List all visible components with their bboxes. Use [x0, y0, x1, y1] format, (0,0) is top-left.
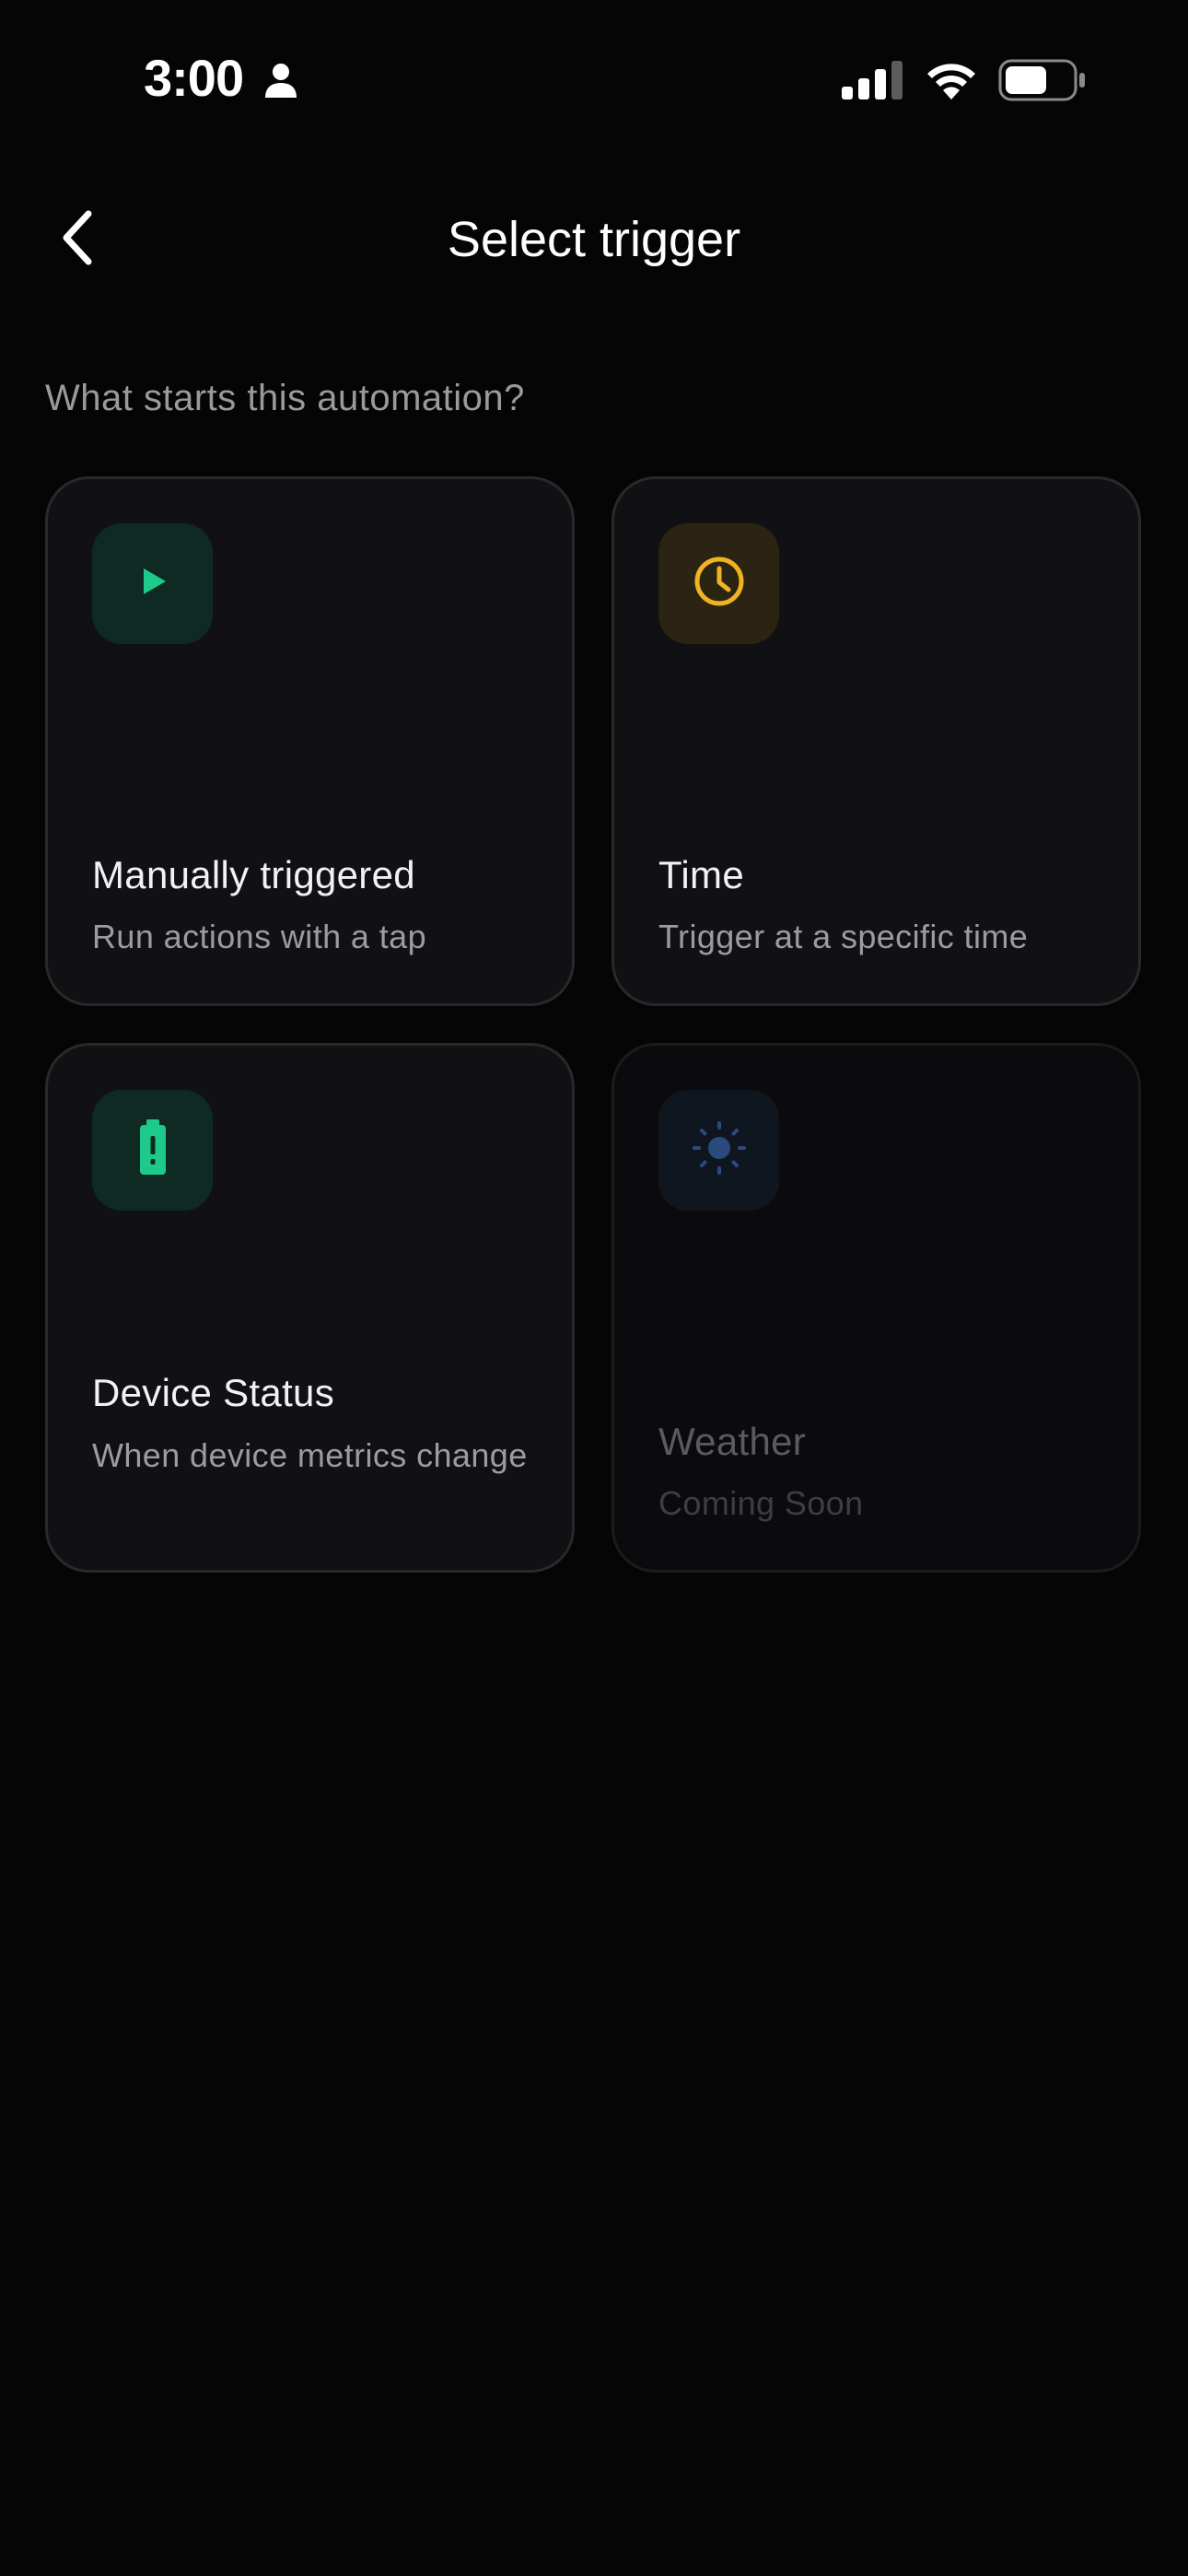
card-title: Device Status — [92, 1371, 335, 1414]
person-icon — [263, 63, 298, 100]
battery-icon — [998, 59, 1087, 101]
trigger-card-weather: Weather Coming Soon — [611, 1043, 1141, 1573]
prompt-text: What starts this automation? — [45, 378, 525, 418]
trigger-card-manual[interactable]: Manually triggered Run actions with a ta… — [45, 476, 575, 1006]
play-icon — [134, 563, 171, 604]
icon-tile — [92, 523, 213, 644]
page-title: Select trigger — [447, 212, 741, 267]
clock-icon — [692, 554, 747, 614]
status-bar: 3:00 — [0, 0, 1188, 157]
card-subtitle: Run actions with a tap — [92, 918, 426, 955]
trigger-card-time[interactable]: Time Trigger at a specific time — [611, 476, 1141, 1006]
card-subtitle: Trigger at a specific time — [658, 918, 1029, 955]
card-subtitle: When device metrics change — [92, 1436, 528, 1474]
icon-tile — [658, 1090, 779, 1211]
sun-icon — [692, 1120, 747, 1180]
coming-soon-label: Coming Soon — [658, 1484, 864, 1522]
battery-alert-icon — [136, 1119, 169, 1181]
icon-tile — [92, 1090, 213, 1211]
card-title: Manually triggered — [92, 853, 415, 896]
icon-tile — [658, 523, 779, 644]
cellular-signal-icon — [842, 61, 903, 100]
trigger-card-device-status[interactable]: Device Status When device metrics change — [45, 1043, 575, 1573]
wifi-icon — [925, 59, 978, 100]
status-time: 3:00 — [144, 49, 244, 107]
card-title: Weather — [658, 1420, 807, 1463]
card-title: Time — [658, 853, 744, 896]
